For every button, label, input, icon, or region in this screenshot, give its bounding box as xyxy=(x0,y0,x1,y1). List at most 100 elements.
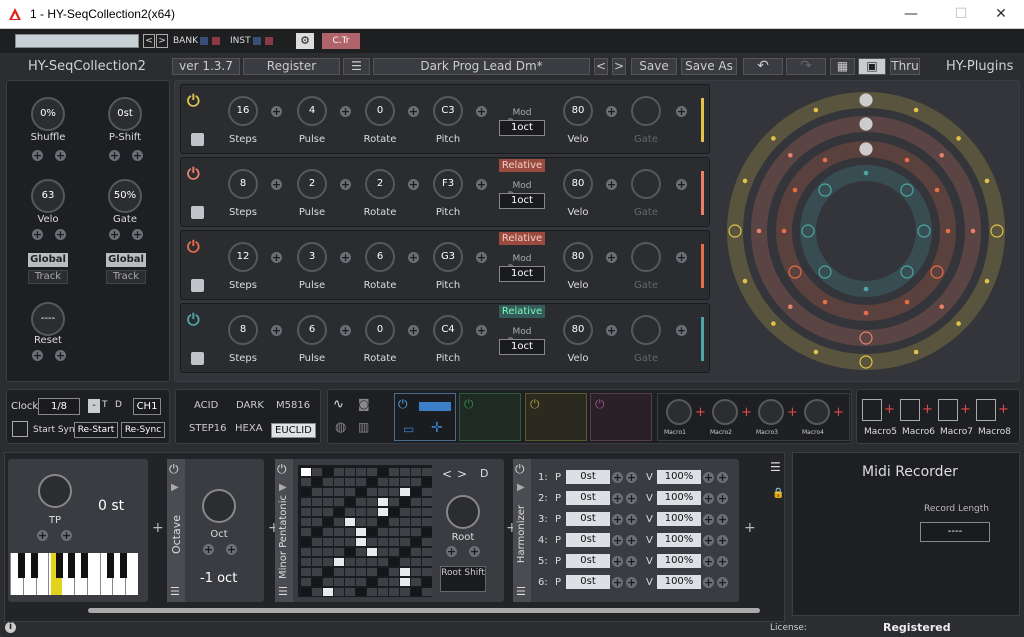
scale-grid-cell[interactable] xyxy=(411,468,421,476)
scale-grid-cell[interactable] xyxy=(312,568,322,576)
scale-grid-cell[interactable] xyxy=(367,528,377,536)
velo-knob[interactable]: 80 xyxy=(563,315,593,345)
mod-slot-4[interactable]: ⏻ xyxy=(590,393,652,441)
scale-grid-cell[interactable] xyxy=(345,558,355,566)
scale-grid-cell[interactable] xyxy=(378,548,388,556)
scale-grid-cell[interactable] xyxy=(400,578,410,586)
rotate-mod-add[interactable]: + xyxy=(408,325,419,336)
macro6-button[interactable] xyxy=(900,399,920,421)
rotate-mod-add[interactable]: + xyxy=(408,252,419,263)
dice-icon[interactable] xyxy=(191,352,204,365)
pulse-mod-add[interactable]: + xyxy=(340,325,351,336)
scale-grid-cell[interactable] xyxy=(389,578,399,586)
scale-grid-cell[interactable] xyxy=(411,558,421,566)
pitch-knob[interactable]: C4 xyxy=(433,315,463,345)
scale-grid-cell[interactable] xyxy=(312,588,322,596)
macro5-add[interactable]: + xyxy=(884,402,895,417)
rotate-knob[interactable]: 0 xyxy=(365,96,395,126)
scale-grid-cell[interactable] xyxy=(367,568,377,576)
scale-grid-cell[interactable] xyxy=(345,588,355,596)
harm-pitch-add-1[interactable]: + xyxy=(612,514,623,525)
scale-grid-cell[interactable] xyxy=(323,518,333,526)
steps-mod-add[interactable]: + xyxy=(271,106,282,117)
rotate-mod-add[interactable]: + xyxy=(408,106,419,117)
root-knob[interactable] xyxy=(446,495,480,529)
scale-grid-cell[interactable] xyxy=(400,558,410,566)
scale-grid-cell[interactable] xyxy=(422,568,432,576)
scale-grid-cell[interactable] xyxy=(389,588,399,596)
scale-grid-cell[interactable] xyxy=(422,478,432,486)
mod-range-select[interactable]: 1oct xyxy=(499,120,545,136)
bank-color-1[interactable] xyxy=(200,37,208,45)
start-sync-checkbox[interactable] xyxy=(12,421,28,437)
register-button[interactable]: Register xyxy=(243,58,340,75)
macro7-add[interactable]: + xyxy=(960,402,971,417)
mod-range-select[interactable]: 1oct xyxy=(499,193,545,209)
inst-color-1[interactable] xyxy=(253,37,261,45)
scale-grid-cell[interactable] xyxy=(323,558,333,566)
scale-grid-cell[interactable] xyxy=(411,538,421,546)
gate-knob[interactable]: 50% xyxy=(108,179,142,213)
scale-grid-cell[interactable] xyxy=(356,508,366,516)
harm-pitch-add-1[interactable]: + xyxy=(612,535,623,546)
scale-grid-cell[interactable] xyxy=(356,548,366,556)
reset-mod-add-2[interactable]: + xyxy=(55,350,66,361)
scale-grid-cell[interactable] xyxy=(400,568,410,576)
macro1-knob[interactable] xyxy=(666,399,692,425)
scale-grid-cell[interactable] xyxy=(378,478,388,486)
gate-knob[interactable] xyxy=(631,242,661,272)
harm-pitch-field[interactable]: 0st xyxy=(566,575,610,589)
gate-mod-add[interactable]: + xyxy=(676,179,687,190)
scale-grid-cell[interactable] xyxy=(367,508,377,516)
scale-grid-cell[interactable] xyxy=(367,578,377,586)
track-power-icon[interactable]: ⏻ xyxy=(187,310,200,330)
oct-mod-add-1[interactable]: + xyxy=(203,544,214,555)
harmonizer-collapse-icon[interactable]: ▶ xyxy=(517,482,525,493)
steps-mod-add[interactable]: + xyxy=(271,179,282,190)
pitch-mod-add[interactable]: + xyxy=(476,252,487,263)
velo-mod-add[interactable]: + xyxy=(606,106,617,117)
scale-grid-cell[interactable] xyxy=(389,568,399,576)
gate-track-button[interactable]: Track xyxy=(106,270,146,284)
minimize-button[interactable]: — xyxy=(888,0,934,29)
mod-slot-1[interactable]: ⏻ ▭ ✛ xyxy=(394,393,456,441)
scale-grid-cell[interactable] xyxy=(345,518,355,526)
pulse-knob[interactable]: 6 xyxy=(297,315,327,345)
steps-knob[interactable]: 8 xyxy=(228,169,258,199)
mod-range-select[interactable]: 1oct xyxy=(499,339,545,355)
scale-grid-cell[interactable] xyxy=(356,568,366,576)
black-key[interactable] xyxy=(56,553,63,578)
pulse-mod-add[interactable]: + xyxy=(340,252,351,263)
harmonizer-power-icon[interactable]: ⏻ xyxy=(515,462,525,477)
scale-grid-cell[interactable] xyxy=(400,518,410,526)
harm-velocity-field[interactable]: 100% xyxy=(657,575,701,589)
scale-grid-cell[interactable] xyxy=(400,498,410,506)
scale-grid-cell[interactable] xyxy=(411,548,421,556)
velo-mod-add[interactable]: + xyxy=(606,252,617,263)
scale-power-icon[interactable]: ⏻ xyxy=(277,462,287,477)
scale-grid-cell[interactable] xyxy=(334,468,344,476)
restart-button[interactable]: Re-Start xyxy=(74,422,118,438)
scale-grid-cell[interactable] xyxy=(367,488,377,496)
shuffle-knob[interactable]: 0% xyxy=(31,97,65,131)
scale-grid-cell[interactable] xyxy=(345,528,355,536)
velo-mod-add-1[interactable]: + xyxy=(32,229,43,240)
scale-grid-cell[interactable] xyxy=(389,548,399,556)
scale-grid-cell[interactable] xyxy=(422,548,432,556)
velo-knob[interactable]: 80 xyxy=(563,169,593,199)
harm-pitch-add-1[interactable]: + xyxy=(612,472,623,483)
fx-menu-icon[interactable]: ☰ xyxy=(770,460,781,474)
scale-grid-cell[interactable] xyxy=(345,488,355,496)
harm-velo-add-1[interactable]: + xyxy=(703,493,714,504)
scale-next-icon[interactable]: > xyxy=(457,467,467,481)
scale-grid-cell[interactable] xyxy=(334,568,344,576)
mod-slot-3-power-icon[interactable]: ⏻ xyxy=(530,397,540,412)
preset-next-button[interactable]: > xyxy=(612,58,626,75)
scale-grid-cell[interactable] xyxy=(400,538,410,546)
scale-grid-cell[interactable] xyxy=(389,468,399,476)
scale-grid-cell[interactable] xyxy=(389,518,399,526)
macro4-add[interactable]: + xyxy=(833,405,844,420)
scale-grid-cell[interactable] xyxy=(422,588,432,596)
scale-grid-cell[interactable] xyxy=(356,528,366,536)
scale-grid-cell[interactable] xyxy=(334,518,344,526)
